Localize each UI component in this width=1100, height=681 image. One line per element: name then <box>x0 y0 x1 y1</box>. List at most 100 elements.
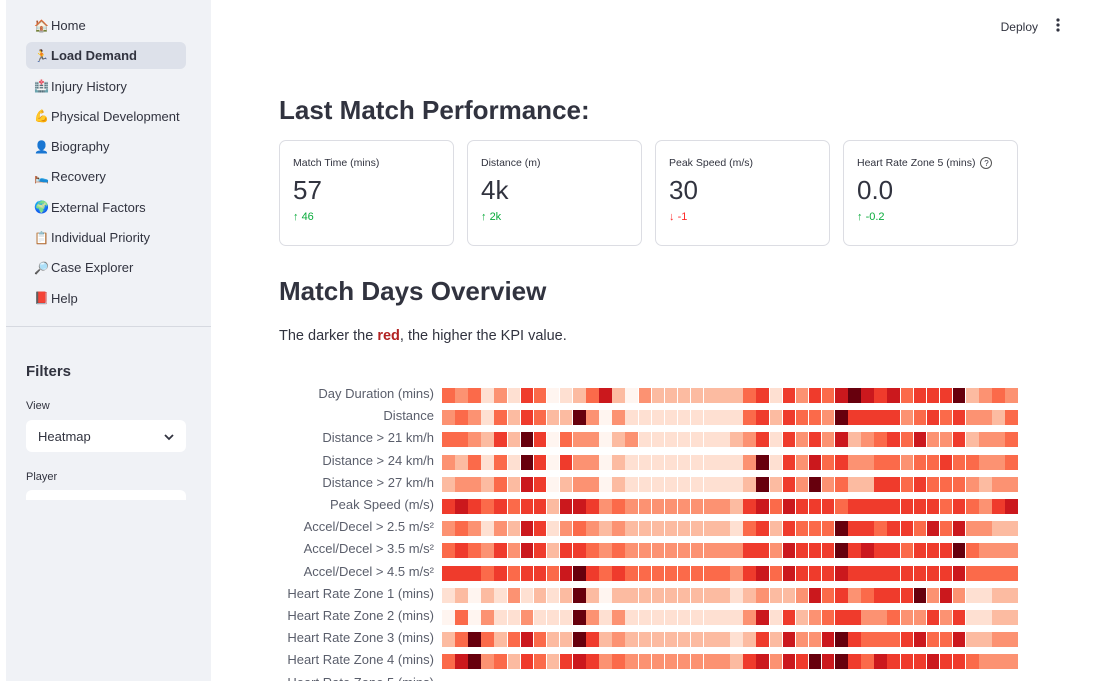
heatmap-cell <box>926 410 940 426</box>
heatmap-cell <box>743 654 756 670</box>
heatmap-cell <box>520 388 534 403</box>
heatmap-cell <box>690 410 704 426</box>
heatmap-cell <box>559 521 573 537</box>
heatmap-cell <box>795 499 809 514</box>
heatmap-cell <box>1005 521 1018 537</box>
heatmap-cell <box>952 432 966 448</box>
heatmap-cell <box>782 454 796 470</box>
arrow-up-icon: ↑ <box>293 211 299 223</box>
heatmap-cell <box>599 476 612 492</box>
heatmap-cell <box>821 565 835 581</box>
heatmap-cell <box>861 610 874 625</box>
heatmap-cell <box>979 410 992 426</box>
heatmap-row-label: Distance > 27 km/h <box>322 474 434 490</box>
heatmap-cell <box>442 587 455 603</box>
sidebar-item-individual-priority[interactable]: 📋 Individual Priority <box>26 224 186 251</box>
sidebar-item-recovery[interactable]: 🛌 Recovery <box>26 163 186 190</box>
nav-icon: 💪 <box>34 109 49 124</box>
heatmap-cell <box>821 610 835 625</box>
heatmap-cell <box>651 432 665 448</box>
heatmap-cell <box>756 476 769 492</box>
heatmap-cell <box>782 476 796 492</box>
heatmap-cell <box>717 587 730 603</box>
player-label: Player <box>26 471 58 483</box>
sidebar-item-case-explorer[interactable]: 🔎 Case Explorer <box>26 254 186 281</box>
heatmap-cell <box>520 565 534 581</box>
heatmap-cell <box>952 499 966 514</box>
heatmap-cell <box>507 388 521 403</box>
heatmap-cell <box>952 543 966 559</box>
sidebar-divider <box>6 326 211 327</box>
heatmap-cell <box>612 432 625 448</box>
sidebar-item-label: External Factors <box>51 199 146 215</box>
heatmap-cell <box>651 543 665 559</box>
heatmap: Day Duration (mins) Distance Distance > 21… <box>270 384 1030 681</box>
help-icon[interactable]: ? <box>980 157 993 169</box>
heatmap-cell <box>861 543 874 559</box>
heatmap-cell <box>455 610 468 625</box>
heatmap-cell <box>481 521 494 537</box>
heatmap-cell <box>730 521 743 537</box>
heatmap-cell <box>743 432 756 448</box>
heatmap-cell <box>939 610 953 625</box>
heatmap-cell <box>664 632 678 648</box>
heatmap-cell <box>835 610 848 625</box>
heatmap-cell <box>586 388 599 403</box>
deploy-button[interactable]: Deploy <box>1001 20 1038 34</box>
heatmap-cell <box>677 632 691 648</box>
heatmap-cell <box>612 632 625 648</box>
heatmap-cell <box>442 454 455 470</box>
heatmap-cell <box>704 499 717 514</box>
heatmap-cell <box>769 499 783 514</box>
heatmap-cell <box>586 432 599 448</box>
heatmap-cell <box>455 632 468 648</box>
heatmap-cell <box>861 432 874 448</box>
nav-icon: 📋 <box>34 230 49 245</box>
heatmap-cell <box>468 521 481 537</box>
heatmap-cell <box>533 432 547 448</box>
heatmap-cell <box>1005 610 1018 625</box>
heatmap-cell <box>468 632 481 648</box>
sidebar-item-external-factors[interactable]: 🌍 External Factors <box>26 194 186 221</box>
heatmap-cell <box>455 565 468 581</box>
heatmap-cell <box>507 521 521 537</box>
sidebar-item-label: Recovery <box>51 169 106 185</box>
metric-card: Distance (m) 4k ↑ 2k <box>467 140 642 246</box>
heatmap-cell <box>533 454 547 470</box>
heatmap-cell <box>913 410 927 426</box>
metric-card: Match Time (mins) 57 ↑ 46 <box>279 140 454 246</box>
heatmap-cell <box>913 499 927 514</box>
sidebar-item-physical-development[interactable]: 💪 Physical Development <box>26 103 186 130</box>
sidebar-item-injury-history[interactable]: 🏥 Injury History <box>26 73 186 100</box>
player-select[interactable] <box>26 490 186 500</box>
heatmap-cell <box>690 632 704 648</box>
heatmap-cell <box>913 432 927 448</box>
heatmap-cell <box>966 610 979 625</box>
heatmap-cell <box>756 610 769 625</box>
heatmap-cell <box>559 410 573 426</box>
heatmap-cell <box>821 499 835 514</box>
heatmap-cell <box>769 610 783 625</box>
heatmap-cell <box>874 432 887 448</box>
heatmap-cell <box>835 454 848 470</box>
heatmap-cell <box>730 610 743 625</box>
sidebar-item-home[interactable]: 🏠 Home <box>26 12 186 39</box>
heatmap-cell <box>481 454 494 470</box>
sidebar-item-load-demand[interactable]: 🏃 Load Demand <box>26 42 186 70</box>
heatmap-cell <box>848 565 861 581</box>
heatmap-cell <box>808 543 822 559</box>
sidebar-item-biography[interactable]: 👤 Biography <box>26 133 186 160</box>
heatmap-cell <box>769 543 783 559</box>
heatmap-cell <box>507 632 521 648</box>
sidebar-item-help[interactable]: 📕 Help <box>26 285 186 312</box>
heatmap-cell <box>900 654 914 670</box>
heatmap-cell <box>704 610 717 625</box>
heatmap-cell <box>664 476 678 492</box>
more-menu-icon[interactable] <box>1056 18 1060 35</box>
heatmap-cell <box>717 543 730 559</box>
heatmap-cell <box>612 499 625 514</box>
heatmap-cell <box>795 454 809 470</box>
view-select[interactable]: Heatmap <box>26 420 186 452</box>
heatmap-cell <box>612 476 625 492</box>
heatmap-cell <box>861 654 874 670</box>
